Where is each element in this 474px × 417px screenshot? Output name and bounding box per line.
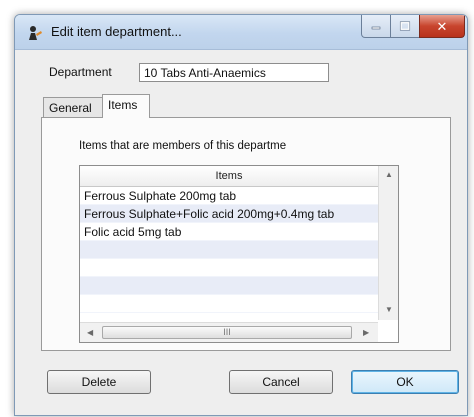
items-list[interactable]: Items Ferrous Sulphate 200mg tab Ferrous… (79, 165, 399, 343)
list-item[interactable]: Ferrous Sulphate+Folic acid 200mg+0.4mg … (80, 205, 378, 223)
list-item[interactable]: Folic acid 5mg tab (80, 223, 378, 241)
horizontal-scrollbar[interactable]: ◀ III ▶ (80, 322, 378, 342)
ok-button[interactable]: OK (351, 370, 459, 394)
items-caption: Items that are members of this departme (79, 140, 287, 152)
list-item[interactable] (80, 277, 378, 295)
scroll-up-icon[interactable]: ▲ (385, 171, 393, 179)
tab-general[interactable]: General (43, 97, 103, 117)
scroll-left-icon[interactable]: ◀ (87, 329, 93, 337)
maximize-icon (399, 21, 411, 31)
vertical-scrollbar[interactable]: ▲ ▼ (378, 166, 398, 320)
list-item[interactable] (80, 295, 378, 313)
delete-button[interactable]: Delete (47, 370, 151, 394)
column-header-items[interactable]: Items (80, 166, 378, 187)
cancel-button[interactable]: Cancel (229, 370, 333, 394)
tab-items-label: Items (108, 98, 138, 112)
maximize-button[interactable] (390, 15, 420, 38)
list-item[interactable] (80, 259, 378, 277)
department-name-field[interactable] (139, 63, 329, 82)
scroll-thumb-grip: III (223, 327, 231, 337)
tab-general-label: General (49, 101, 92, 115)
minimize-button[interactable] (361, 15, 391, 38)
list-item[interactable]: Ferrous Sulphate 200mg tab (80, 187, 378, 205)
minimize-icon (371, 26, 381, 30)
scroll-down-icon[interactable]: ▼ (385, 306, 393, 314)
scroll-right-icon[interactable]: ▶ (363, 329, 369, 337)
list-item[interactable] (80, 241, 378, 259)
title-bar[interactable]: Edit item department... ✕ (15, 15, 467, 50)
items-rows: Ferrous Sulphate 200mg tab Ferrous Sulph… (80, 187, 378, 313)
window-title: Edit item department... (51, 24, 182, 39)
horizontal-scroll-thumb[interactable]: III (102, 326, 352, 339)
edit-item-department-dialog: Edit item department... ✕ Department Gen… (14, 14, 468, 416)
close-button[interactable]: ✕ (419, 15, 465, 38)
department-label: Department (49, 65, 112, 79)
close-icon: ✕ (436, 18, 448, 34)
tab-items[interactable]: Items (102, 94, 150, 118)
app-figure-icon (29, 26, 42, 40)
